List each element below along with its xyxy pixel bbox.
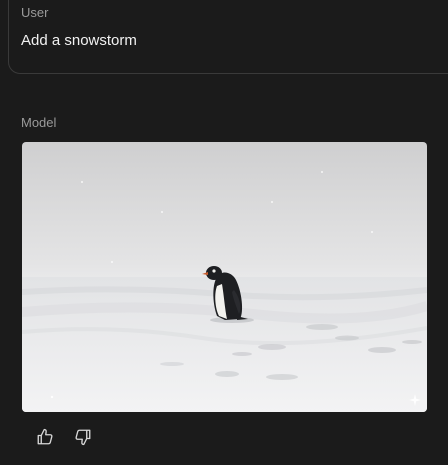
sparkle-icon [409,394,421,406]
feedback-bar [34,426,94,448]
thumbs-down-button[interactable] [72,426,94,448]
chat-page: User Add a snowstorm Model [0,0,448,465]
penguin-snowstorm-picture [22,142,427,412]
user-role-label: User [21,5,49,20]
model-role-label: Model [21,115,57,130]
generated-image[interactable] [22,142,427,412]
user-message-text: Add a snowstorm [21,32,137,49]
thumbs-up-icon [37,428,53,445]
thumbs-down-icon [75,429,91,446]
thumbs-up-button[interactable] [34,426,56,448]
